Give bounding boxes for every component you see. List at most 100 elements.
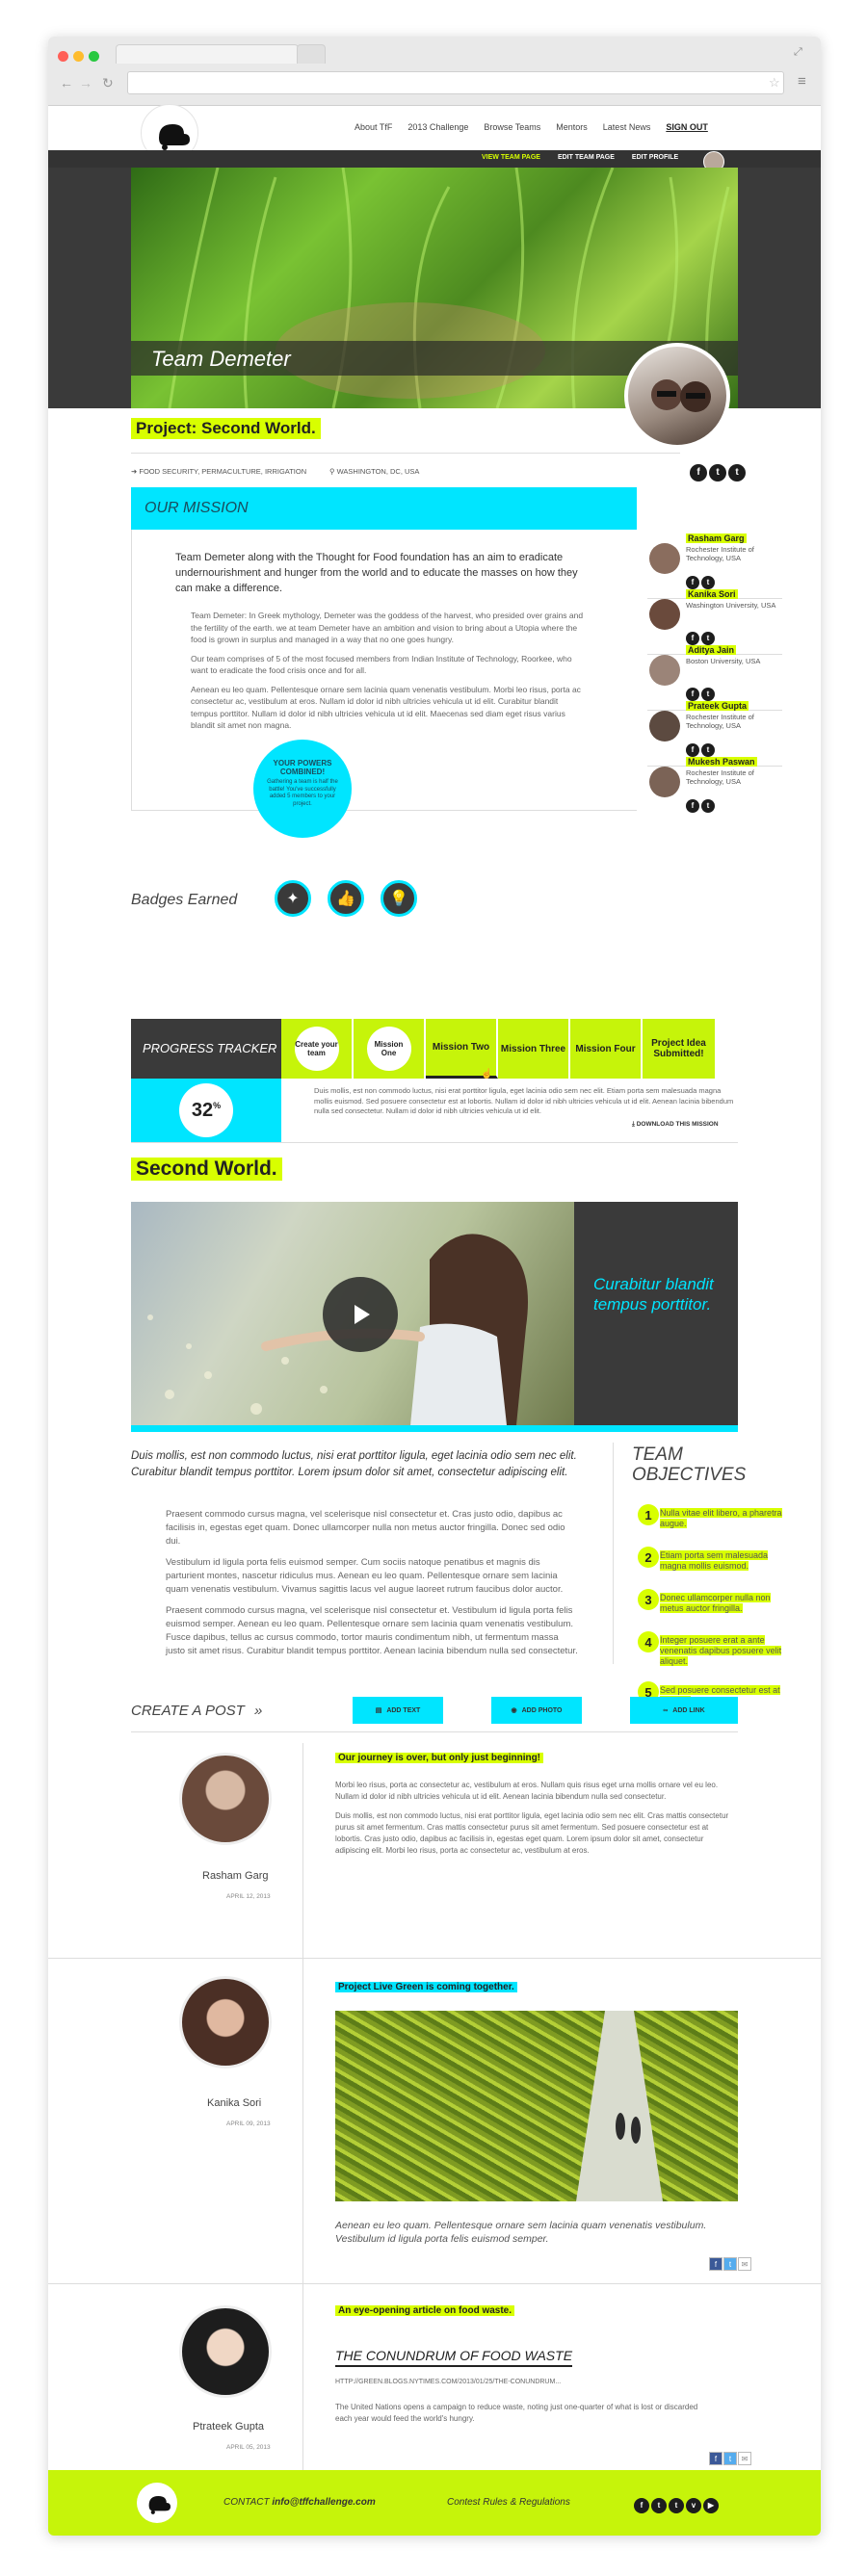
play-button[interactable] [323,1277,398,1352]
post-paragraph: Duis mollis, est non commodo luctus, nis… [335,1811,729,1855]
twitter-icon[interactable]: t [701,798,715,813]
member-avatar [649,711,680,742]
bookmark-star-icon[interactable]: ☆ [769,75,780,91]
post-title[interactable]: Our journey is over, but only just begin… [335,1753,544,1763]
mission-step-label: Create your team [294,1027,339,1071]
back-arrow-icon[interactable]: ← [60,75,73,91]
member-avatar [649,655,680,686]
rules-link[interactable]: Contest Rules & Regulations [447,2497,570,2508]
member-social: ft [686,795,717,813]
twitter-icon[interactable]: t [651,2497,667,2513]
objectives-heading-line: OBJECTIVES [632,1465,747,1485]
youtube-icon[interactable]: ▶ [703,2497,719,2513]
mission-step-create-team[interactable]: Create your team [281,1019,354,1079]
forward-arrow-icon[interactable]: → [79,75,92,91]
timeline-line [302,1743,303,2475]
add-text-button[interactable]: ▤ ADD TEXT [353,1697,443,1724]
facebook-icon[interactable]: f [686,798,699,813]
post-image[interactable] [335,2011,738,2201]
facebook-icon[interactable]: f [690,463,707,481]
member-avatar [649,599,680,630]
member-avatar [649,543,680,574]
location-text: WASHINGTON, DC, USA [336,467,420,476]
facebook-icon[interactable]: f [709,2257,722,2271]
download-mission-link[interactable]: ⤓ DOWNLOAD THIS MISSION [632,1121,719,1129]
edit-team-page-link[interactable]: EDIT TEAM PAGE [558,154,615,161]
vimeo-icon[interactable]: v [686,2497,701,2513]
facebook-icon[interactable]: f [634,2497,649,2513]
contact-email[interactable]: info@tffchallenge.com [272,2497,375,2508]
objective-text: Etiam porta sem malesuada magna mollis e… [660,1550,785,1572]
post-date: APRIL 09, 2013 [226,2121,271,2127]
thumbs-up-badge-icon[interactable]: 👍 [328,880,364,917]
menu-icon[interactable]: ≡ [798,73,806,90]
mission-step-idea-submitted[interactable]: Project Idea Submitted! [643,1019,715,1079]
team-social-links: ftt [690,462,748,481]
post-author-avatar[interactable] [179,1753,272,1845]
post-author: Rasham Garg [202,1870,269,1882]
lightbulb-badge-icon[interactable]: 💡 [381,880,417,917]
maximize-window-icon[interactable] [89,51,99,62]
nav-mentors[interactable]: Mentors [556,122,588,132]
view-team-page-link[interactable]: VIEW TEAM PAGE [482,154,540,161]
minimize-window-icon[interactable] [73,51,84,62]
member-school: Boston University, USA [686,657,761,665]
close-window-icon[interactable] [58,51,68,62]
add-photo-button[interactable]: ◉ ADD PHOTO [491,1697,582,1724]
nav-about[interactable]: About TfF [355,122,392,132]
body-paragraph: Praesent commodo cursus magna, vel scele… [166,1605,578,1656]
fullscreen-icon[interactable]: ⤢ [794,46,802,59]
footer-social: f t t v ▶ [634,2495,721,2513]
edit-profile-link[interactable]: EDIT PROFILE [632,154,678,161]
objective-label: Nulla vitae elit libero, a pharetra augu… [660,1508,782,1528]
address-bar[interactable] [127,71,784,94]
nav-browse-teams[interactable]: Browse Teams [484,122,540,132]
objectives-heading: TEAM OBJECTIVES [632,1444,746,1485]
download-icon: ⤓ [632,1121,635,1128]
email-icon[interactable]: ✉ [738,2452,751,2465]
twitter-icon[interactable]: t [723,2452,737,2465]
article-title[interactable]: THE CONUNDRUM OF FOOD WASTE [335,2348,573,2367]
post-caption: Aenean eu leo quam. Pellentesque ornare … [335,2220,707,2245]
twitter-icon[interactable]: t [723,2257,737,2271]
team-badge-icon[interactable]: ✦ [275,880,311,917]
divider [131,1731,738,1732]
post-author-avatar[interactable] [179,1976,272,2069]
body-paragraph: Praesent commodo cursus magna, vel scele… [166,1509,565,1547]
mission-paragraph: Our team comprises of 5 of the most focu… [191,653,572,676]
project-location: ⚲ WASHINGTON, DC, USA [329,467,419,476]
email-icon[interactable]: ✉ [738,2257,751,2271]
objectives-heading-line: TEAM [632,1444,683,1465]
twitter-icon[interactable]: t [709,463,726,481]
objective-number: 3 [638,1589,659,1610]
post-body: Morbi leo risus, porta ac consectetur ac… [335,1780,730,1857]
mission-lead: Team Demeter along with the Thought for … [175,552,578,594]
member-name: Prateek Gupta [686,701,749,711]
article-url[interactable]: HTTP://GREEN.BLOGS.NYTIMES.COM/2013/01/2… [335,2379,561,2385]
facebook-icon[interactable]: f [709,2452,722,2465]
footer-contact: CONTACT info@tffchallenge.com [223,2497,376,2508]
mission-step-three[interactable]: Mission Three [498,1019,570,1079]
new-tab-button[interactable] [297,44,326,64]
second-world-heading: Second World. [131,1158,282,1181]
objective-number: 2 [638,1547,659,1568]
tumblr-icon[interactable]: t [669,2497,684,2513]
member-name: Mukesh Paswan [686,757,757,767]
tumblr-icon[interactable]: t [728,463,746,481]
reload-icon[interactable]: ↻ [102,75,114,91]
mission-body: Team Demeter: In Greek mythology, Demete… [191,610,586,732]
nav-challenge[interactable]: 2013 Challenge [407,122,468,132]
post-author-avatar[interactable] [179,2305,272,2398]
sign-out-link[interactable]: SIGN OUT [666,122,708,132]
nav-latest-news[interactable]: Latest News [603,122,651,132]
footer-logo[interactable] [137,2483,177,2523]
post-title[interactable]: An eye-opening article on food waste. [335,2305,515,2316]
browser-tab[interactable] [116,44,299,64]
project-category: ➜ FOOD SECURITY, PERMACULTURE, IRRIGATIO… [131,467,307,476]
post-title[interactable]: Project Live Green is coming together. [335,1982,517,1992]
post-date: APRIL 12, 2013 [226,1893,271,1900]
add-link-button[interactable]: ∞ ADD LINK [630,1697,738,1724]
mission-step-four[interactable]: Mission Four [570,1019,643,1079]
mission-step-one[interactable]: Mission One [354,1019,426,1079]
member-card[interactable]: Mukesh Paswan Rochester Institute of Tec… [647,753,782,822]
